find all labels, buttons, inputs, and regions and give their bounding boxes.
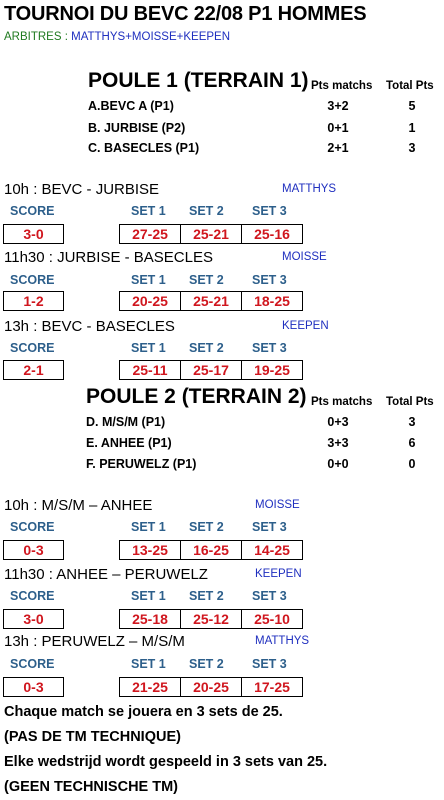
score-header: SCORE [10,204,55,218]
match-2-set-1: 20-25 [132,293,168,309]
match-5-title: 11h30 : ANHEE – PERUWELZ [4,566,208,583]
set2-header: SET 2 [189,589,224,603]
match-4-score: 0-3 [3,540,64,560]
match-6-set-2: 20-25 [180,678,241,696]
match-5-referee: KEEPEN [255,568,302,580]
match-1-set-2: 25-21 [180,225,241,243]
set1-header: SET 1 [131,520,166,534]
set1-header: SET 1 [131,273,166,287]
match-5-set-1: 25-18 [132,611,168,627]
match-3-score: 2-1 [3,360,64,380]
match-5-set-3: 25-10 [241,610,302,628]
poule2-team-f-total: 0 [408,457,416,471]
poule1-team-c: C. BASECLES (P1) [88,141,200,155]
poule2-title: POULE 2 (TERRAIN 2) [86,385,307,408]
match-1-score: 3-0 [3,224,64,244]
match-1-referee: MATTHYS [282,183,337,195]
poule2-team-e-total: 6 [408,436,416,450]
match-2-score: 1-2 [3,291,64,311]
match-1-set-3: 25-16 [241,225,302,243]
match-1-sets: 27-25 25-21 25-16 [119,224,303,244]
match-2-referee: MOISSE [282,251,327,263]
set1-header: SET 1 [131,657,166,671]
match-6-set-3: 17-25 [241,678,302,696]
match-4-title: 10h : M/S/M – ANHEE [4,497,153,514]
match-2-set-2: 25-21 [180,292,241,310]
poule1-team-a: A.BEVC A (P1) [88,99,174,113]
poule2-team-d-total: 3 [408,415,416,429]
poule1-team-b-total: 1 [408,121,416,135]
set3-header: SET 3 [252,341,287,355]
match-4-set-1: 13-25 [132,542,168,558]
poule1-title: POULE 1 (TERRAIN 1) [88,69,309,92]
match-6-referee: MATTHYS [255,635,310,647]
referees-names: MATTHYS+MOISSE+KEEPEN [71,31,231,43]
match-3-set-1: 25-11 [132,362,168,378]
match-6-score: 0-3 [3,677,64,697]
match-2-sets: 20-25 25-21 18-25 [119,291,303,311]
match-1-title: 10h : BEVC - JURBISE [4,181,160,198]
score-header: SCORE [10,520,55,534]
set1-header: SET 1 [131,341,166,355]
match-3-set-2: 25-17 [180,361,241,379]
match-2-title: 11h30 : JURBISE - BASECLES [4,249,213,266]
match-6-sets: 21-25 20-25 17-25 [119,677,303,697]
match-5-sets: 25-18 25-12 25-10 [119,609,303,629]
set1-header: SET 1 [131,204,166,218]
poule1-col-total: Total Pts [386,80,434,92]
poule1-team-c-total: 3 [408,141,416,155]
poule2-team-f: F. PERUWELZ (P1) [86,457,197,471]
score-header: SCORE [10,589,55,603]
poule2-team-d: D. M/S/M (P1) [86,415,166,429]
note-line-3: Elke wedstrijd wordt gespeeld in 3 sets … [4,754,328,770]
match-2-set-3: 18-25 [241,292,302,310]
set3-header: SET 3 [252,589,287,603]
match-4-set-3: 14-25 [241,541,302,559]
set2-header: SET 2 [189,204,224,218]
poule1-team-c-pts: 2+1 [327,141,349,155]
poule1-team-b: B. JURBISE (P2) [88,121,186,135]
set3-header: SET 3 [252,204,287,218]
set2-header: SET 2 [189,657,224,671]
match-6-title: 13h : PERUWELZ – M/S/M [4,633,185,650]
set1-header: SET 1 [131,589,166,603]
referees-label: ARBITRES : [4,31,68,43]
note-line-2: (PAS DE TM TECHNIQUE) [4,729,181,745]
match-5-set-2: 25-12 [180,610,241,628]
match-4-sets: 13-25 16-25 14-25 [119,540,303,560]
poule1-col-pts-matchs: Pts matchs [311,80,373,92]
poule1-team-a-pts: 3+2 [327,99,349,113]
match-3-sets: 25-11 25-17 19-25 [119,360,303,380]
note-line-4: (GEEN TECHNISCHE TM) [4,779,178,795]
poule2-team-d-pts: 0+3 [327,415,349,429]
note-line-1: Chaque match se jouera en 3 sets de 25. [4,704,283,720]
poule2-col-total: Total Pts [386,396,434,408]
poule2-team-f-pts: 0+0 [327,457,349,471]
set2-header: SET 2 [189,520,224,534]
score-header: SCORE [10,273,55,287]
match-1-set-1: 27-25 [132,226,168,242]
set2-header: SET 2 [189,273,224,287]
poule1-team-b-pts: 0+1 [327,121,349,135]
match-3-title: 13h : BEVC - BASECLES [4,318,175,335]
poule2-team-e: E. ANHEE (P1) [86,436,172,450]
set3-header: SET 3 [252,657,287,671]
set3-header: SET 3 [252,273,287,287]
match-3-set-3: 19-25 [241,361,302,379]
poule1-team-a-total: 5 [408,99,416,113]
match-5-score: 3-0 [3,609,64,629]
score-header: SCORE [10,341,55,355]
set2-header: SET 2 [189,341,224,355]
match-3-referee: KEEPEN [282,320,329,332]
match-6-set-1: 21-25 [132,679,168,695]
poule2-team-e-pts: 3+3 [327,436,349,450]
match-4-referee: MOISSE [255,499,300,511]
set3-header: SET 3 [252,520,287,534]
match-4-set-2: 16-25 [180,541,241,559]
referees-line: ARBITRES : MATTHYS+MOISSE+KEEPEN [4,31,230,43]
score-header: SCORE [10,657,55,671]
page-title: TOURNOI DU BEVC 22/08 P1 HOMMES [4,3,367,25]
poule2-col-pts-matchs: Pts matchs [311,396,373,408]
